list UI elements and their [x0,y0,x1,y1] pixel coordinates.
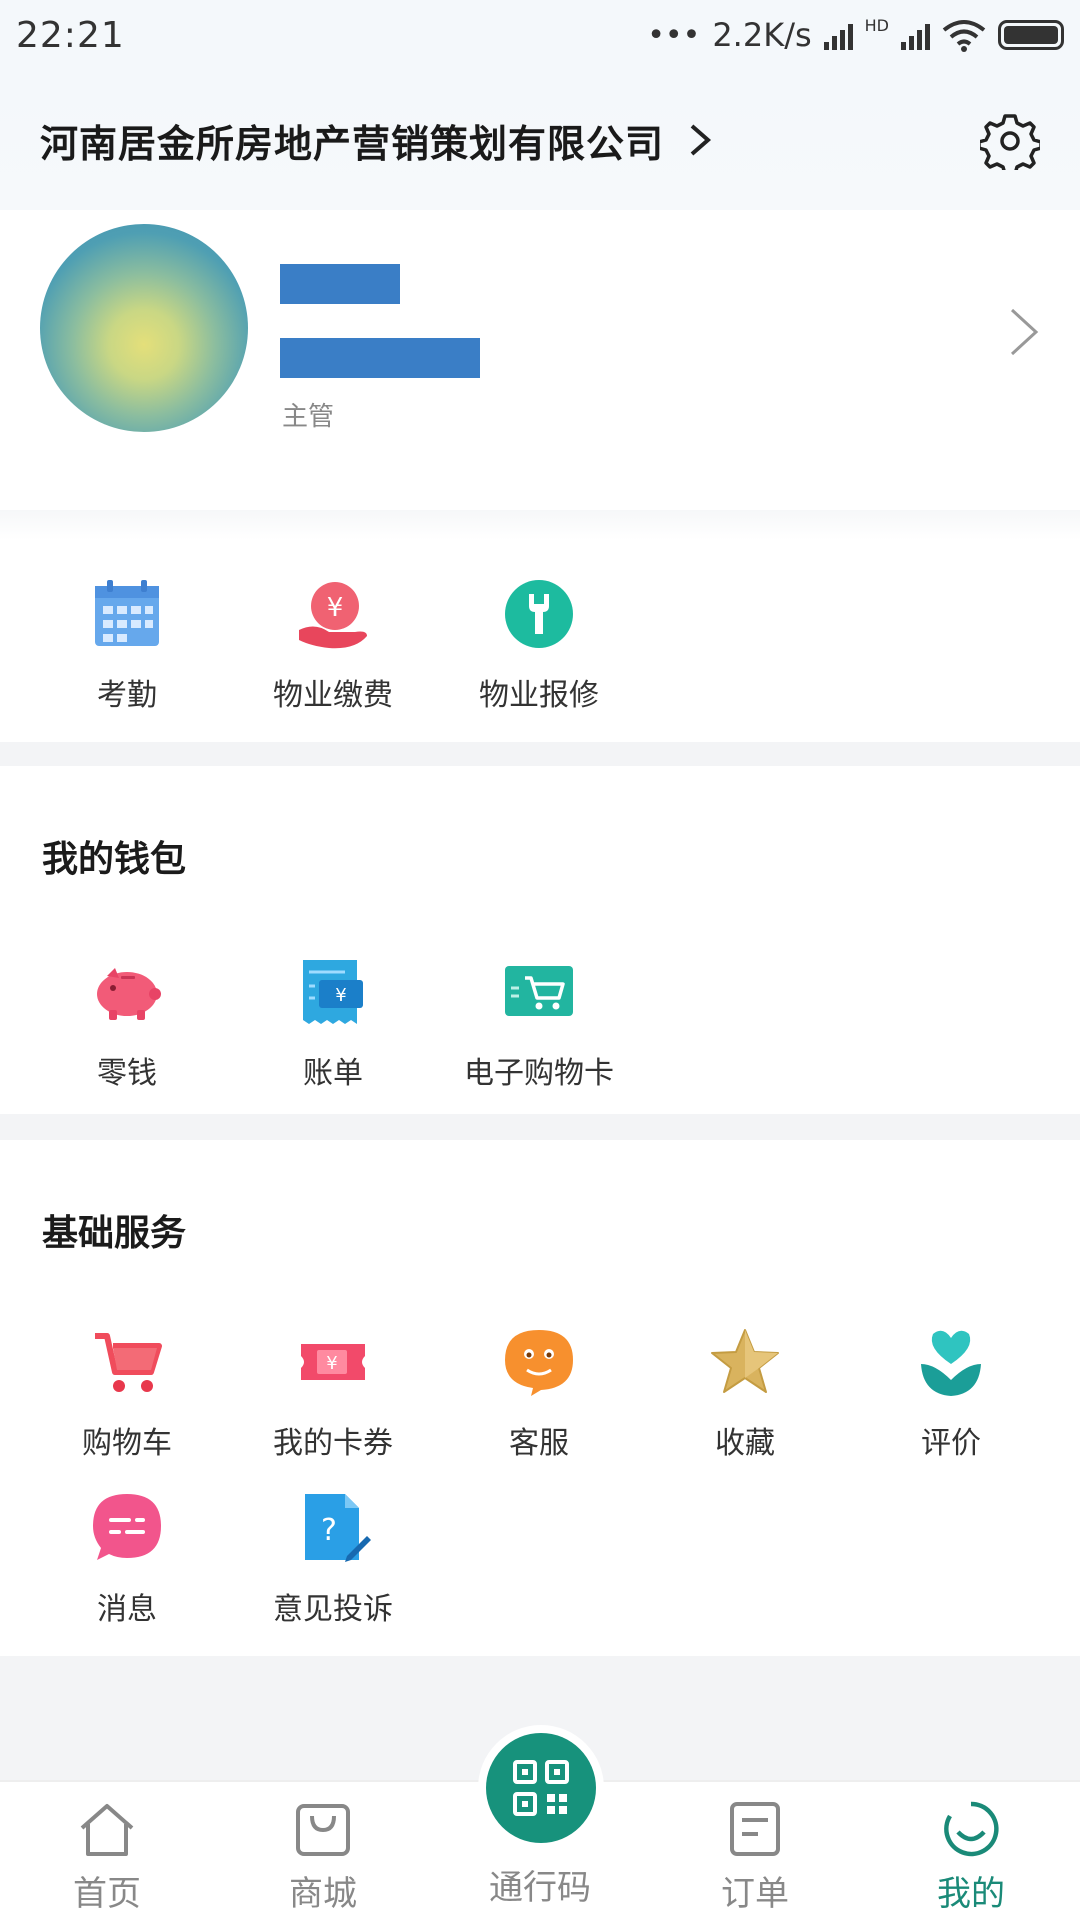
service-item-favorite[interactable]: 收藏 [642,1324,848,1462]
profile-card[interactable]: 主管 [0,210,1080,510]
service-item-label: 客服 [509,1426,569,1461]
svg-text:¥: ¥ [327,593,344,623]
redacted-name [280,264,400,304]
quick-item-property-fee[interactable]: ¥ 物业缴费 [230,576,436,714]
gear-icon[interactable] [980,110,1040,170]
service-item-customer-service[interactable]: 客服 [436,1324,642,1462]
svg-text:¥: ¥ [326,1353,337,1374]
profile-smile-icon [944,1801,999,1857]
wallet-item-bill[interactable]: ¥ 账单 [230,954,436,1092]
shop-bag-icon [296,1804,350,1856]
service-item-coupon[interactable]: ¥ 我的卡券 [230,1324,436,1462]
battery-icon [998,20,1064,50]
star-icon [711,1329,779,1393]
quick-item-repair[interactable]: 物业报修 [436,576,642,714]
qr-code-icon [513,1760,569,1816]
svg-text:?: ? [321,1513,337,1548]
service-item-label: 评价 [921,1426,981,1461]
wallet-item-change[interactable]: 零钱 [24,954,230,1092]
company-name[interactable]: 河南居金所房地产营销策划有限公司 [40,113,664,168]
shopping-card-icon [505,966,573,1016]
message-icon [93,1494,161,1560]
quick-item-label: 物业缴费 [273,678,393,713]
quick-item-attendance[interactable]: 考勤 [24,576,230,714]
service-item-label: 收藏 [715,1426,775,1461]
redacted-phone [280,338,480,378]
net-speed: 2.2K/s [712,16,812,54]
chevron-right-icon[interactable] [1004,302,1044,362]
tab-shop[interactable]: 商城 [248,1798,398,1915]
home-icon [80,1804,134,1856]
quick-item-label: 物业报修 [479,678,599,713]
services-section: 基础服务 购物车 ¥ 我的卡券 客服 收藏 评价 消息 ? 意见投诉 [0,1140,1080,1656]
service-item-message[interactable]: 消息 [24,1490,230,1628]
dots-icon: ••• [647,17,701,53]
tab-orders[interactable]: 订单 [680,1798,830,1915]
wallet-item-label: 零钱 [97,1056,157,1091]
signal-icon [823,20,853,50]
piggy-bank-icon [97,968,161,1020]
tab-profile[interactable]: 我的 [896,1798,1046,1915]
tab-label: 订单 [721,1874,789,1914]
wallet-item-label: 账单 [303,1056,363,1091]
cart-icon [95,1333,162,1392]
calendar-icon [95,580,159,646]
repair-wrench-icon [505,580,573,648]
customer-service-icon [505,1330,573,1396]
service-item-cart[interactable]: 购物车 [24,1324,230,1462]
payment-hand-icon: ¥ [299,582,367,649]
wallet-item-ecard[interactable]: 电子购物卡 [436,954,642,1092]
hd-label: HD [864,16,889,35]
bill-icon: ¥ [303,960,363,1024]
wallet-title: 我的钱包 [42,839,187,880]
service-item-label: 购物车 [82,1426,172,1461]
services-title: 基础服务 [42,1213,187,1254]
chevron-right-icon[interactable] [682,122,718,158]
header: 河南居金所房地产营销策划有限公司 [0,70,1080,210]
service-item-label: 意见投诉 [273,1592,393,1627]
tab-label: 首页 [73,1874,141,1914]
wallet-section: 我的钱包 零钱 ¥ 账单 电子购物卡 [0,766,1080,1114]
coupon-icon: ¥ [301,1344,365,1380]
tab-label: 商城 [289,1874,357,1914]
quick-item-label: 考勤 [97,678,157,713]
user-role: 主管 [282,402,335,432]
status-icons: ••• 2.2K/s HD [647,16,1064,54]
service-item-feedback[interactable]: ? 意见投诉 [230,1490,436,1628]
order-icon [730,1802,780,1856]
avatar[interactable] [40,224,248,432]
signal-2-icon [901,20,930,50]
svg-text:¥: ¥ [335,985,346,1006]
tab-home[interactable]: 首页 [32,1798,182,1915]
wifi-icon [942,20,986,52]
service-item-label: 消息 [97,1592,157,1627]
status-bar: 22:21 ••• 2.2K/s HD [0,0,1080,70]
feedback-icon: ? [305,1494,371,1562]
status-time: 22:21 [16,14,125,56]
tab-label[interactable]: 通行码 [465,1860,615,1909]
quick-actions: 考勤 ¥ 物业缴费 物业报修 [0,510,1080,742]
wallet-item-label: 电子购物卡 [464,1056,614,1091]
heart-plant-icon [921,1330,981,1396]
pass-code-button[interactable] [486,1733,596,1843]
service-item-label: 我的卡券 [273,1426,393,1461]
tab-label: 我的 [937,1874,1005,1914]
service-item-review[interactable]: 评价 [848,1324,1054,1462]
